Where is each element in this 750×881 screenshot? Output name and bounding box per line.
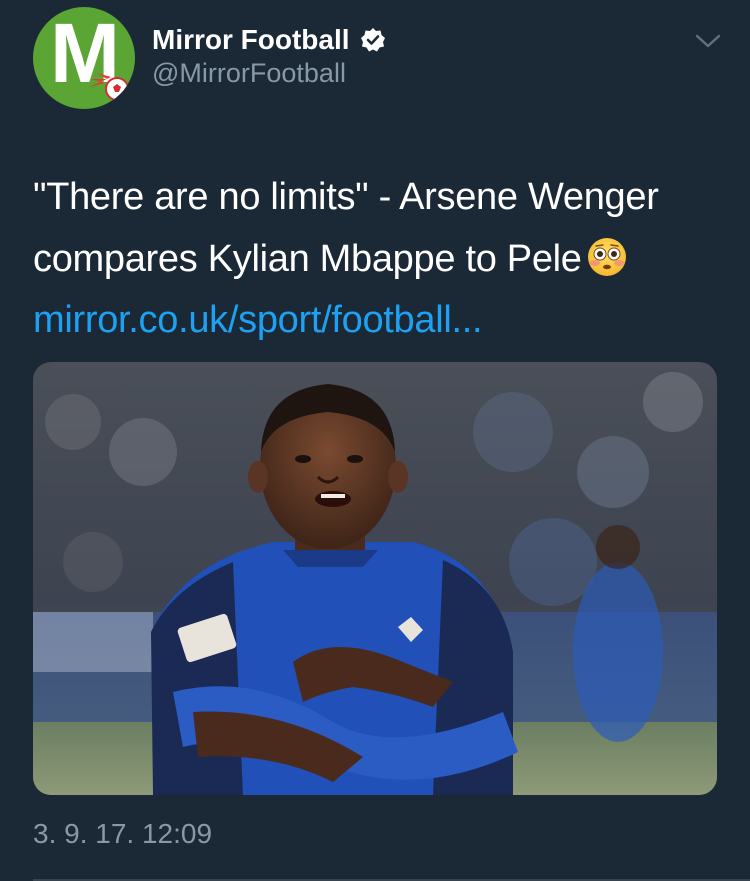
verified-badge-icon [360,28,385,52]
display-name[interactable]: Mirror Football [152,24,350,56]
article-link[interactable]: mirror.co.uk/sport/football... [33,289,483,351]
flushed-face-emoji-icon [587,237,626,276]
avatar[interactable]: M [33,7,135,109]
author-name-row: Mirror Football [152,22,386,58]
author-handle[interactable]: @MirrorFootball [152,58,346,89]
tweet-text: "There are no limits" - Arsene Wenger co… [33,166,723,290]
tweet-card: M Mirror Football @MirrorFootball "There… [0,0,750,881]
tweet-body: "There are no limits" - Arsene Wenger co… [33,176,659,280]
photo-player-celebrating [33,362,717,795]
chevron-down-icon[interactable] [694,30,722,52]
tweet-timestamp: 3. 9. 17. 12:09 [33,818,213,849]
football-logo-icon [89,73,129,101]
tweet-photo[interactable] [33,362,717,795]
